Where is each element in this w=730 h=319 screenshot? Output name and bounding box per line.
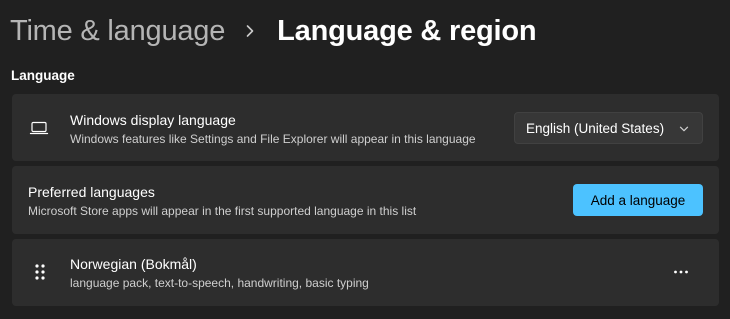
laptop-icon: [29, 118, 49, 138]
display-language-title: Windows display language: [70, 112, 236, 128]
preferred-languages-text: Preferred languages Microsoft Store apps…: [28, 183, 416, 219]
display-language-selected: English (United States): [526, 120, 665, 136]
display-language-description: Windows features like Settings and File …: [70, 132, 476, 146]
section-header-language: Language: [11, 68, 75, 83]
add-language-button[interactable]: Add a language: [573, 184, 703, 216]
display-language-text: Windows display language Windows feature…: [70, 111, 476, 147]
drag-handle-icon[interactable]: [32, 261, 48, 283]
chevron-down-icon: [679, 126, 689, 132]
display-language-dropdown[interactable]: English (United States): [514, 112, 703, 144]
language-region-page: Time & language Language & region Langua…: [0, 0, 730, 319]
display-language-card: Windows display language Windows feature…: [12, 94, 719, 161]
preferred-languages-card: Preferred languages Microsoft Store apps…: [12, 166, 719, 234]
language-item-text: Norwegian (Bokmål) language pack, text-t…: [70, 255, 369, 291]
language-item-features: language pack, text-to-speech, handwriti…: [70, 276, 369, 290]
language-item-name: Norwegian (Bokmål): [70, 256, 197, 272]
preferred-languages-description: Microsoft Store apps will appear in the …: [28, 204, 417, 218]
more-options-button[interactable]: [665, 256, 697, 288]
preferred-languages-title: Preferred languages: [28, 184, 155, 200]
more-options-icon: [674, 270, 688, 274]
page-title: Language & region: [277, 14, 537, 47]
language-list-item[interactable]: Norwegian (Bokmål) language pack, text-t…: [12, 239, 719, 306]
chevron-right-icon: [246, 25, 254, 37]
breadcrumb-parent[interactable]: Time & language: [10, 15, 225, 48]
breadcrumb: Time & language Language & region: [10, 10, 537, 52]
